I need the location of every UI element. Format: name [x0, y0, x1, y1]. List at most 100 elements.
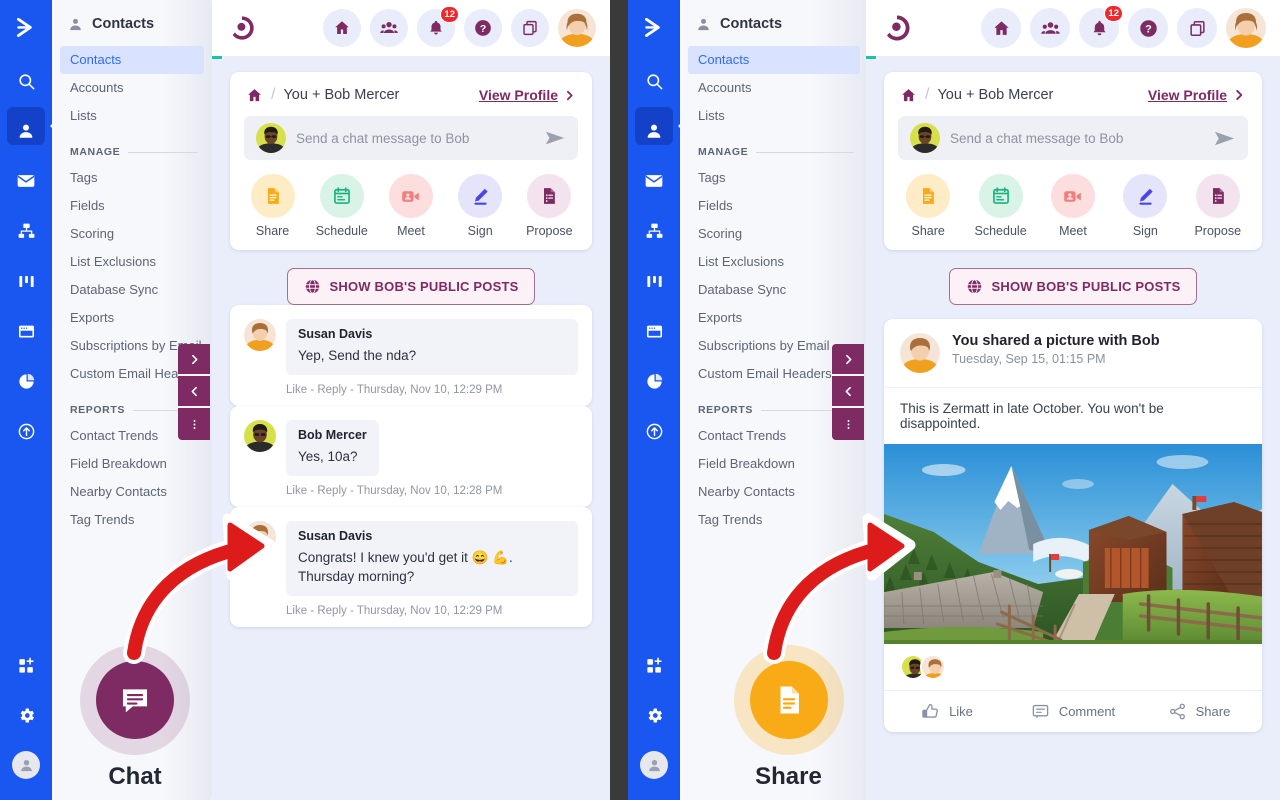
quick-action-propose[interactable]: Propose	[1184, 174, 1252, 238]
quick-action-sign[interactable]: Sign	[446, 174, 514, 238]
send-icon[interactable]	[1213, 127, 1236, 150]
reply-link[interactable]: Reply	[317, 485, 346, 497]
rail-item-account[interactable]	[0, 740, 52, 790]
user-avatar[interactable]	[1226, 8, 1266, 48]
copy-icon-button[interactable]	[1177, 8, 1217, 48]
sidebar-item-lists[interactable]: Lists	[52, 102, 210, 130]
home-icon-button[interactable]	[981, 8, 1021, 48]
sidebar-item-field-breakdown[interactable]: Field Breakdown	[680, 450, 866, 478]
post-share-button[interactable]: Share	[1136, 702, 1262, 721]
sidebar-item-list-exclusions[interactable]: List Exclusions	[52, 248, 210, 276]
chat-callout-button[interactable]	[96, 661, 174, 739]
sidebar-item-fields[interactable]: Fields	[52, 192, 210, 220]
share-callout-button[interactable]	[749, 661, 828, 739]
user-avatar[interactable]	[558, 9, 596, 47]
help-icon-button[interactable]: ?	[464, 9, 502, 47]
rail-logo[interactable]	[628, 0, 680, 56]
rail-item-automations[interactable]	[0, 206, 52, 256]
rail-item-email[interactable]	[0, 156, 52, 206]
rail-item-settings[interactable]	[0, 690, 52, 740]
rail-item-contacts[interactable]	[628, 106, 686, 156]
app-logo-icon[interactable]	[228, 14, 256, 42]
show-public-posts-button[interactable]: SHOW BOB'S PUBLIC POSTS	[286, 268, 536, 305]
sidebar-item-nearby-contacts[interactable]: Nearby Contacts	[680, 478, 866, 506]
collapse-panel-tab[interactable]	[832, 376, 864, 408]
people-icon-button[interactable]	[1030, 8, 1070, 48]
rail-item-pages[interactable]	[0, 306, 52, 356]
quick-action-propose[interactable]: Propose	[515, 174, 583, 238]
sidebar-item-contacts[interactable]: Contacts	[688, 46, 860, 74]
sidebar-item-field-breakdown[interactable]: Field Breakdown	[52, 450, 210, 478]
quick-action-sign[interactable]: Sign	[1111, 174, 1179, 238]
rail-item-search[interactable]	[628, 56, 680, 106]
rail-item-pipelines[interactable]	[628, 256, 680, 306]
rail-item-apps[interactable]	[628, 640, 680, 690]
quick-action-schedule[interactable]: Schedule	[308, 174, 376, 238]
people-icon-button[interactable]	[370, 9, 408, 47]
sidebar-item-accounts[interactable]: Accounts	[52, 74, 210, 102]
sidebar-item-tags[interactable]: Tags	[680, 164, 866, 192]
show-public-posts-button[interactable]: SHOW BOB'S PUBLIC POSTS	[948, 268, 1198, 305]
rail-item-contacts[interactable]	[0, 106, 58, 156]
send-icon[interactable]	[544, 127, 566, 149]
expand-panel-tab[interactable]	[832, 344, 864, 376]
people-icon	[380, 22, 398, 33]
sidebar-item-lists[interactable]: Lists	[680, 102, 866, 130]
rail-item-upgrade[interactable]	[628, 406, 680, 456]
sidebar-item-database-sync[interactable]: Database Sync	[680, 276, 866, 304]
rail-item-apps[interactable]	[0, 640, 52, 690]
rail-logo[interactable]	[0, 0, 52, 56]
rail-item-automations[interactable]	[628, 206, 680, 256]
panel-options-tab[interactable]	[832, 408, 864, 440]
quick-action-meet[interactable]: Meet	[1039, 174, 1107, 238]
panel-options-tab[interactable]	[178, 408, 210, 440]
like-link[interactable]: Like	[286, 485, 307, 497]
sidebar-item-fields[interactable]: Fields	[680, 192, 866, 220]
sidebar-item-tags[interactable]: Tags	[52, 164, 210, 192]
help-icon-button[interactable]: ?	[1128, 8, 1168, 48]
bell-icon-button[interactable]: 12	[1079, 5, 1123, 48]
sidebar-item-contacts[interactable]: Contacts	[60, 46, 204, 74]
like-link[interactable]: Like	[286, 384, 307, 396]
reply-link[interactable]: Reply	[317, 605, 346, 617]
app-logo-icon[interactable]	[882, 13, 912, 43]
timestamp: Thursday, Nov 10, 12:29 PM	[356, 605, 503, 617]
quick-action-share[interactable]: Share	[894, 174, 962, 238]
quick-action-meet[interactable]: Meet	[377, 174, 445, 238]
quick-action-schedule[interactable]: Schedule	[967, 174, 1035, 238]
collapse-panel-tab[interactable]	[178, 376, 210, 408]
rail-item-email[interactable]	[628, 156, 680, 206]
home-icon-button[interactable]	[323, 9, 361, 47]
rail-item-pages[interactable]	[628, 306, 680, 356]
avatar-icon	[640, 751, 668, 779]
rail-item-settings[interactable]	[628, 690, 680, 740]
sidebar-item-exports[interactable]: Exports	[680, 304, 866, 332]
nav-group-manage: MANAGE	[698, 146, 854, 158]
sidebar-item-accounts[interactable]: Accounts	[680, 74, 866, 102]
sidebar-item-exports[interactable]: Exports	[52, 304, 210, 332]
post-comment-button[interactable]: Comment	[1010, 702, 1136, 721]
sidebar-item-nearby-contacts[interactable]: Nearby Contacts	[52, 478, 210, 506]
rail-item-upgrade[interactable]	[0, 406, 52, 456]
bell-icon-button[interactable]: 12	[417, 6, 459, 47]
copy-icon-button[interactable]	[511, 9, 549, 47]
rail-item-reports[interactable]	[0, 356, 52, 406]
sidebar-item-scoring[interactable]: Scoring	[52, 220, 210, 248]
expand-panel-tab[interactable]	[178, 344, 210, 376]
rail-item-account[interactable]	[628, 740, 680, 790]
sidebar-item-scoring[interactable]: Scoring	[680, 220, 866, 248]
rail-item-search[interactable]	[0, 56, 52, 106]
rail-item-pipelines[interactable]	[0, 256, 52, 306]
reply-link[interactable]: Reply	[317, 384, 346, 396]
home-icon[interactable]	[246, 87, 263, 104]
view-profile-link[interactable]: View Profile	[1148, 87, 1246, 103]
quick-action-share[interactable]: Share	[239, 174, 307, 238]
post-like-button[interactable]: Like	[884, 702, 1010, 721]
chat-composer[interactable]: Send a chat message to Bob	[244, 116, 578, 160]
rail-item-reports[interactable]	[628, 356, 680, 406]
sidebar-item-database-sync[interactable]: Database Sync	[52, 276, 210, 304]
chat-composer[interactable]: Send a chat message to Bob	[898, 116, 1248, 160]
home-icon[interactable]	[900, 87, 917, 104]
view-profile-link[interactable]: View Profile	[479, 87, 576, 103]
sidebar-item-list-exclusions[interactable]: List Exclusions	[680, 248, 866, 276]
